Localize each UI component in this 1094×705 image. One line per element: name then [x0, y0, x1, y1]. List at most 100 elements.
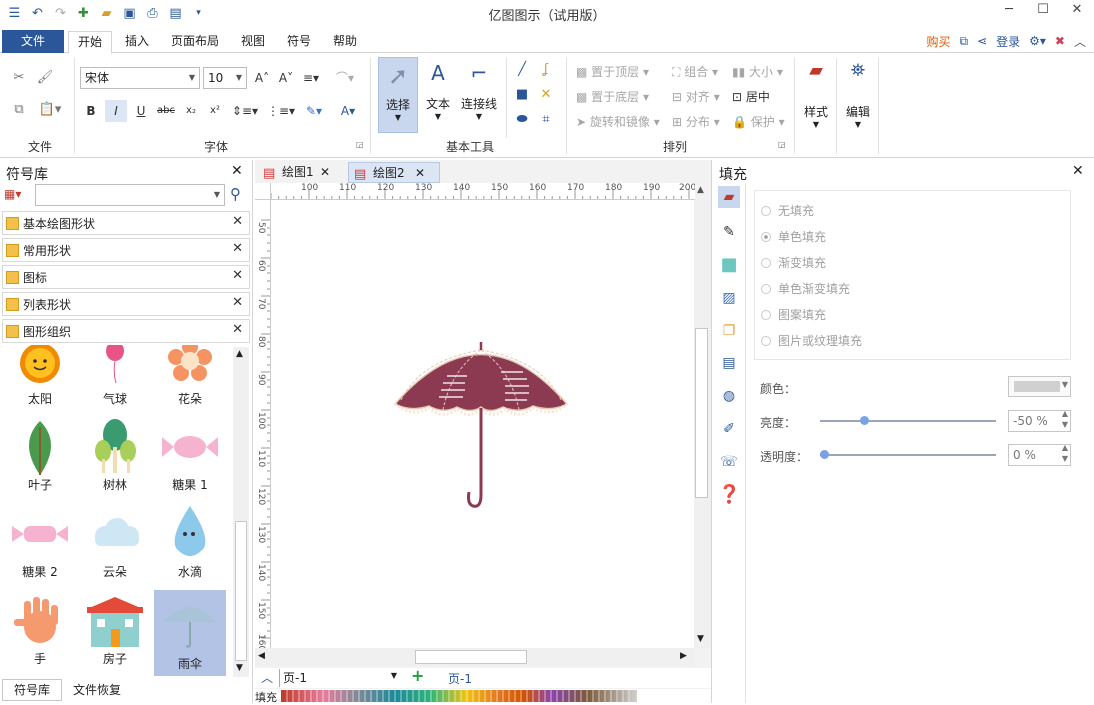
group-button[interactable]: ⛶ 组合 ▾	[672, 63, 718, 80]
scroll-left-icon[interactable]: ◀	[258, 651, 265, 661]
file-menu-button[interactable]: 文件	[2, 30, 64, 53]
tab-insert[interactable]: 插入	[116, 31, 158, 54]
brightness-slider-thumb[interactable]	[860, 416, 869, 425]
symbol-search-input[interactable]: ▼	[35, 184, 225, 206]
crop-icon[interactable]: ⌗	[537, 112, 555, 127]
library-item[interactable]: 图标 ✕	[2, 265, 250, 289]
shape-umbrella[interactable]: 雨伞	[154, 590, 226, 676]
close-library-icon[interactable]: ✕	[232, 214, 243, 229]
brightness-input[interactable]: -50 % ▲ ▼	[1008, 409, 1071, 432]
close-library-icon[interactable]: ✕	[232, 295, 243, 310]
shrink-font-icon[interactable]: A˅	[275, 67, 297, 89]
bring-to-front-button[interactable]: ▩ 置于顶层 ▾	[576, 63, 649, 80]
buy-link[interactable]: 购买	[926, 33, 950, 50]
arrange-dialog-launcher-icon[interactable]: ◲	[778, 140, 786, 149]
close-library-icon[interactable]: ✕	[232, 322, 243, 337]
line-style-icon[interactable]: ✎	[718, 221, 740, 243]
comment-icon[interactable]: ☏	[718, 451, 740, 473]
fill-icon[interactable]: ▰	[718, 186, 740, 208]
select-tool-button[interactable]: ➚ 选择 ▼	[378, 57, 418, 133]
grow-font-icon[interactable]: A˄	[251, 67, 273, 89]
close-panel-icon[interactable]: ✕	[231, 163, 243, 179]
layer-icon[interactable]: ❐	[718, 320, 740, 342]
highlight-icon[interactable]: ✎▾	[299, 100, 329, 122]
page-icon[interactable]: ▤	[718, 352, 740, 374]
edit-button[interactable]: ⛯ 编辑 ▼	[842, 60, 874, 140]
copy-icon[interactable]: ⧉	[10, 102, 28, 117]
font-name-select[interactable]: 宋体 ▼	[80, 67, 200, 89]
add-page-icon[interactable]: +	[411, 666, 424, 685]
text-tool-button[interactable]: A 文本 ▼	[420, 57, 456, 133]
spin-arrows-icon[interactable]: ▲ ▼	[1062, 442, 1068, 464]
library-item[interactable]: 列表形状 ✕	[2, 292, 250, 316]
collapse-ribbon-icon[interactable]: ︿	[1074, 33, 1086, 50]
shape-candy-1[interactable]: 糖果 1	[154, 411, 226, 497]
shape-hand[interactable]: 手	[4, 585, 76, 671]
share-icon[interactable]: ⋖	[977, 34, 987, 48]
bullets-icon[interactable]: ⋮≡▾	[266, 100, 296, 122]
settings-gear-icon[interactable]: ⚙▾	[1029, 34, 1046, 48]
size-button[interactable]: ▮▮ 大小 ▾	[732, 63, 783, 80]
vertical-scroll-thumb[interactable]	[695, 328, 708, 498]
hyperlink-icon[interactable]: ◍	[718, 385, 740, 407]
shape-candy-2[interactable]: 糖果 2	[4, 498, 76, 584]
cross-point-icon[interactable]: ✕	[537, 87, 555, 102]
login-link[interactable]: 登录	[996, 33, 1020, 50]
help-icon[interactable]: ❓	[718, 484, 740, 506]
horizontal-scroll-thumb[interactable]	[415, 650, 527, 664]
curve-icon[interactable]: ʆ	[537, 62, 555, 77]
shadow-icon[interactable]: ■	[718, 254, 740, 276]
close-tab-icon[interactable]: ✕	[415, 163, 425, 183]
shape-leaf[interactable]: 叶子	[4, 411, 76, 497]
shape-sun[interactable]: 太阳	[4, 345, 76, 411]
cut-icon[interactable]: ✂	[10, 70, 28, 85]
page-tab[interactable]: 页-1	[448, 670, 472, 687]
library-item[interactable]: 基本绘图形状 ✕	[2, 211, 250, 235]
rectangle-icon[interactable]: ■	[513, 87, 531, 102]
drawing-page[interactable]	[271, 200, 695, 648]
tab-view[interactable]: 视图	[232, 31, 274, 54]
send-to-back-button[interactable]: ▩ 置于底层 ▾	[576, 88, 649, 105]
scroll-right-icon[interactable]: ▶	[680, 651, 687, 661]
style-button[interactable]: ▰ 样式 ▼	[800, 60, 832, 140]
align-button[interactable]: ⊟ 对齐 ▾	[672, 88, 720, 105]
tab-home[interactable]: 开始	[68, 31, 112, 54]
transparency-slider-track[interactable]	[820, 454, 996, 456]
library-item[interactable]: 常用形状 ✕	[2, 238, 250, 262]
underline-button[interactable]: U	[130, 100, 152, 122]
shape-flower[interactable]: 花朵	[154, 345, 226, 411]
canvas-horizontal-scrollbar[interactable]: ◀ ▶	[255, 648, 695, 666]
share-screen-icon[interactable]: ⧉	[959, 34, 968, 49]
shape-balloon[interactable]: 气球	[79, 345, 151, 411]
library-menu-icon[interactable]: ▦▾	[4, 187, 32, 205]
tab-file-recovery[interactable]: 文件恢复	[66, 681, 128, 701]
maximize-icon[interactable]: ☐	[1026, 0, 1060, 22]
color-picker[interactable]: ▼	[1008, 376, 1071, 397]
font-size-select[interactable]: 10 ▼	[203, 67, 247, 89]
font-color-icon[interactable]: A▾	[334, 100, 362, 122]
attachment-icon[interactable]: ✐	[718, 418, 740, 440]
tab-help[interactable]: 帮助	[324, 31, 366, 54]
search-icon[interactable]: ⚲	[230, 185, 241, 203]
rotate-mirror-button[interactable]: ➤ 旋转和镜像 ▾	[576, 113, 660, 130]
italic-button[interactable]: I	[105, 100, 127, 122]
shape-water-drop[interactable]: 水滴	[154, 498, 226, 584]
shape-cloud[interactable]: 云朵	[79, 498, 151, 584]
font-dialog-launcher-icon[interactable]: ◲	[356, 140, 364, 149]
text-arc-icon[interactable]: ⌒▾	[334, 67, 356, 89]
close-library-icon[interactable]: ✕	[232, 268, 243, 283]
close-window-icon[interactable]: ✕	[1060, 0, 1094, 22]
theme-icon[interactable]: ✖	[1055, 34, 1065, 48]
line-spacing-icon[interactable]: ⇕≡▾	[230, 100, 260, 122]
canvas-vertical-scrollbar[interactable]: ▼	[694, 200, 710, 648]
subscript-button[interactable]: x₂	[180, 100, 202, 122]
line-icon[interactable]: ╱	[513, 62, 531, 77]
shape-forest[interactable]: 树林	[79, 411, 151, 497]
scroll-down-icon[interactable]: ▼	[236, 663, 243, 673]
transparency-slider-thumb[interactable]	[820, 450, 829, 459]
minimize-icon[interactable]: ─	[992, 0, 1026, 22]
format-painter-icon[interactable]: 🖌	[36, 70, 54, 85]
gallery-scrollbar[interactable]: ▲ ▼	[233, 347, 249, 677]
paragraph-align-icon[interactable]: ≡▾	[300, 67, 322, 89]
radio-picture-fill[interactable]: 图片或纹理填充	[761, 332, 901, 350]
